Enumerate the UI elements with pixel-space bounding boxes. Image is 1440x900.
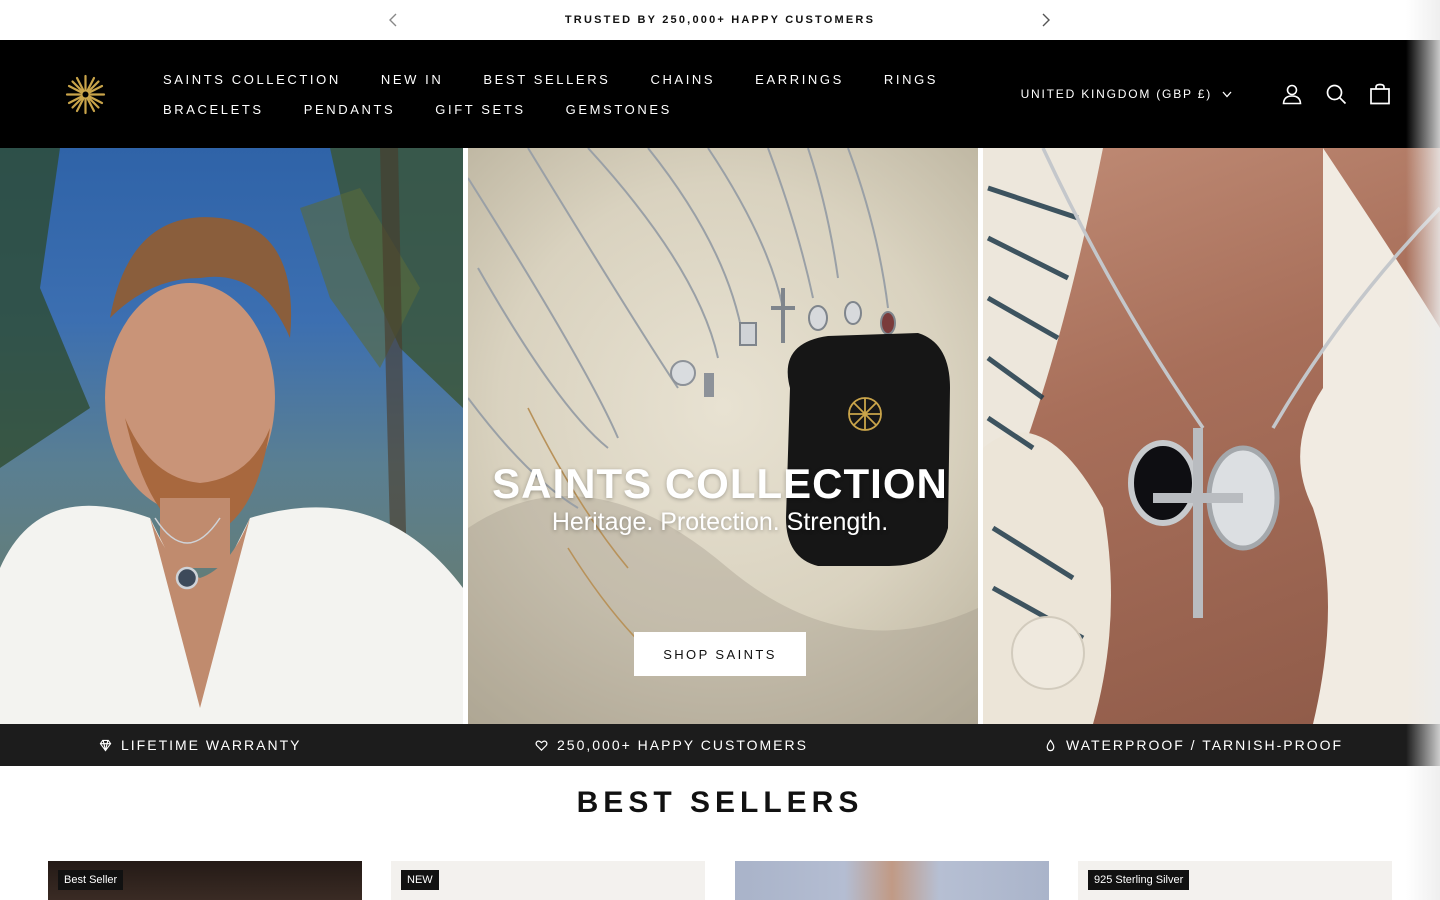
usp-label: WATERPROOF / TARNISH-PROOF — [1066, 737, 1344, 753]
nav-item-bracelets[interactable]: BRACELETS — [163, 102, 264, 117]
nav-item-pendants[interactable]: PENDANTS — [304, 102, 396, 117]
chevron-right-icon[interactable] — [1036, 10, 1056, 30]
nav-item-saints-collection[interactable]: SAINTS COLLECTION — [163, 72, 341, 87]
nav-row-1: SAINTS COLLECTION NEW IN BEST SELLERS CH… — [163, 64, 963, 94]
usp-item-waterproof: WATERPROOF / TARNISH-PROOF — [1044, 724, 1343, 766]
cart-icon[interactable] — [1368, 82, 1392, 106]
diamond-icon — [99, 739, 112, 752]
usp-label: 250,000+ HAPPY CUSTOMERS — [557, 737, 808, 753]
announcement-text: TRUSTED BY 250,000+ HAPPY CUSTOMERS — [564, 14, 876, 26]
product-badge: Best Seller — [58, 870, 124, 890]
shop-saints-button[interactable]: SHOP SAINTS — [634, 632, 806, 676]
nav-item-gemstones[interactable]: GEMSTONES — [566, 102, 672, 117]
nav-item-chains[interactable]: CHAINS — [650, 72, 715, 87]
hero-banner: SAINTS COLLECTION Heritage. Protection. … — [0, 148, 1440, 724]
main-nav: SAINTS COLLECTION NEW IN BEST SELLERS CH… — [163, 64, 963, 124]
site-header: SAINTS COLLECTION NEW IN BEST SELLERS CH… — [0, 40, 1440, 148]
usp-bar: LIFETIME WARRANTY 250,000+ HAPPY CUSTOME… — [0, 724, 1440, 766]
droplet-icon — [1046, 738, 1055, 751]
usp-label: LIFETIME WARRANTY — [121, 737, 302, 753]
product-card[interactable] — [735, 861, 1049, 900]
search-icon[interactable] — [1324, 82, 1348, 106]
brand-star-logo-icon[interactable] — [63, 72, 108, 117]
product-card[interactable]: 925 Sterling Silver — [1078, 861, 1392, 900]
hero-image-model — [0, 148, 463, 724]
product-card[interactable]: Best Seller — [48, 861, 362, 900]
country-label: UNITED KINGDOM (GBP £) — [1020, 87, 1212, 101]
chevron-left-icon[interactable] — [383, 10, 403, 30]
best-sellers-title: BEST SELLERS — [576, 786, 864, 819]
usp-item-customers: 250,000+ HAPPY CUSTOMERS — [535, 724, 808, 766]
nav-row-2: BRACELETS PENDANTS GIFT SETS GEMSTONES — [163, 94, 963, 124]
nav-item-new-in[interactable]: NEW IN — [381, 72, 444, 87]
hero-title: SAINTS COLLECTION — [492, 460, 948, 507]
chevron-down-icon — [1222, 91, 1232, 97]
product-card[interactable]: NEW — [391, 861, 705, 900]
product-badge: 925 Sterling Silver — [1088, 870, 1190, 890]
hero-subtitle: Heritage. Protection. Strength. — [551, 508, 889, 536]
hero-image-pendants — [983, 148, 1440, 724]
header-utilities: UNITED KINGDOM (GBP £) — [1021, 80, 1392, 108]
nav-item-earrings[interactable]: EARRINGS — [755, 72, 844, 87]
usp-item-warranty: LIFETIME WARRANTY — [99, 724, 302, 766]
heart-icon — [535, 740, 548, 751]
product-badge: NEW — [401, 870, 439, 890]
nav-item-rings[interactable]: RINGS — [884, 72, 938, 87]
announcement-bar: TRUSTED BY 250,000+ HAPPY CUSTOMERS — [0, 0, 1440, 40]
country-selector[interactable]: UNITED KINGDOM (GBP £) — [1021, 87, 1232, 101]
account-icon[interactable] — [1280, 82, 1304, 106]
nav-item-gift-sets[interactable]: GIFT SETS — [435, 102, 525, 117]
nav-item-best-sellers[interactable]: BEST SELLERS — [483, 72, 610, 87]
